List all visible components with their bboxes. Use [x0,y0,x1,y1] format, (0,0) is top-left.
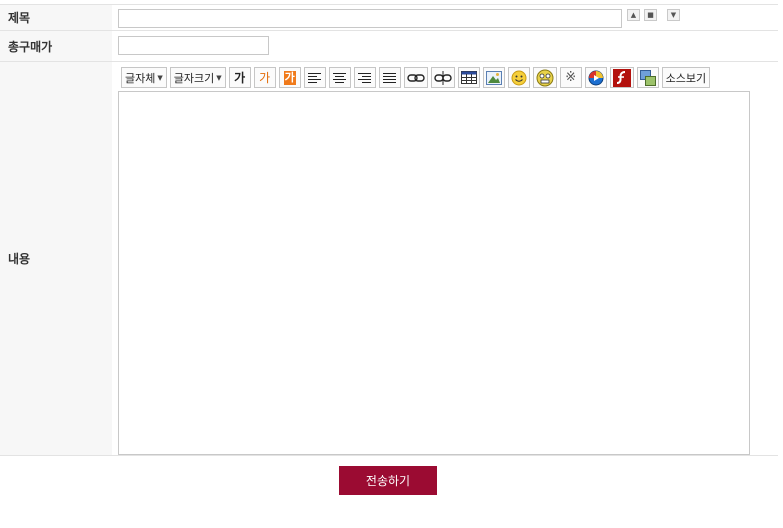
flash-icon [612,68,631,87]
view-source-button[interactable]: 소스보기 [661,67,711,88]
flash-button[interactable] [609,67,634,88]
image-icon [485,70,502,85]
font-size-label: 글자크기 [173,71,215,85]
emoticon-button[interactable] [507,67,530,88]
post-form: 제목 ▲ ■ ▼ 총구매가 내용 글자체 ▼ 글자크기 ▼ 가 가 가 ※ 소스… [0,4,778,456]
table-icon [460,71,477,84]
font-family-label: 글자체 [125,71,156,85]
price-row: 총구매가 [0,31,778,62]
image-button[interactable] [482,67,505,88]
title-row: 제목 ▲ ■ ▼ [0,4,778,31]
emoticon-set-button[interactable] [532,67,557,88]
title-input[interactable] [118,9,622,28]
price-input[interactable] [118,36,269,55]
align-center-button[interactable] [328,67,351,88]
size-controls: ▲ ■ ▼ [627,9,680,21]
align-left-button[interactable] [303,67,326,88]
bold-button[interactable]: 가 [228,67,251,88]
title-label: 제목 [0,5,112,30]
content-row: 내용 글자체 ▼ 글자크기 ▼ 가 가 가 ※ 소스보기 [0,62,778,456]
font-color-icon: 가 [259,71,271,85]
justify-icon [383,72,397,83]
font-color-button[interactable]: 가 [253,67,276,88]
table-button[interactable] [457,67,480,88]
chevron-down-icon: ▼ [216,73,222,82]
size-down-button[interactable]: ▼ [667,9,680,21]
align-right-button[interactable] [353,67,376,88]
font-size-dropdown[interactable]: 글자크기 ▼ [169,67,226,88]
submit-button[interactable]: 전송하기 [339,466,437,495]
chevron-down-icon: ▼ [157,73,163,82]
bold-icon: 가 [234,71,246,85]
size-up-button[interactable]: ▲ [627,9,640,21]
size-reset-button[interactable]: ■ [644,9,657,21]
link-button[interactable] [403,67,428,88]
emoticon-face-icon [536,69,554,86]
content-editor[interactable] [118,91,750,455]
align-left-icon [308,72,322,83]
smiley-icon [511,70,527,85]
align-center-icon [333,72,347,83]
font-family-dropdown[interactable]: 글자체 ▼ [121,67,167,88]
image-gallery-button[interactable] [636,67,659,88]
content-label: 내용 [0,62,112,455]
media-play-icon [588,70,604,85]
background-color-button[interactable]: 가 [278,67,301,88]
background-color-icon: 가 [283,70,296,85]
price-label: 총구매가 [0,31,112,61]
justify-button[interactable] [378,67,401,88]
unlink-button[interactable] [430,67,455,88]
align-right-icon [358,72,372,83]
editor-toolbar: 글자체 ▼ 글자크기 ▼ 가 가 가 ※ 소스보기 [118,65,750,90]
unlink-icon [433,70,452,85]
media-button[interactable] [584,67,607,88]
image-gallery-icon [639,69,656,86]
special-char-button[interactable]: ※ [559,67,582,88]
link-icon [406,73,425,82]
special-char-icon: ※ [565,70,577,85]
